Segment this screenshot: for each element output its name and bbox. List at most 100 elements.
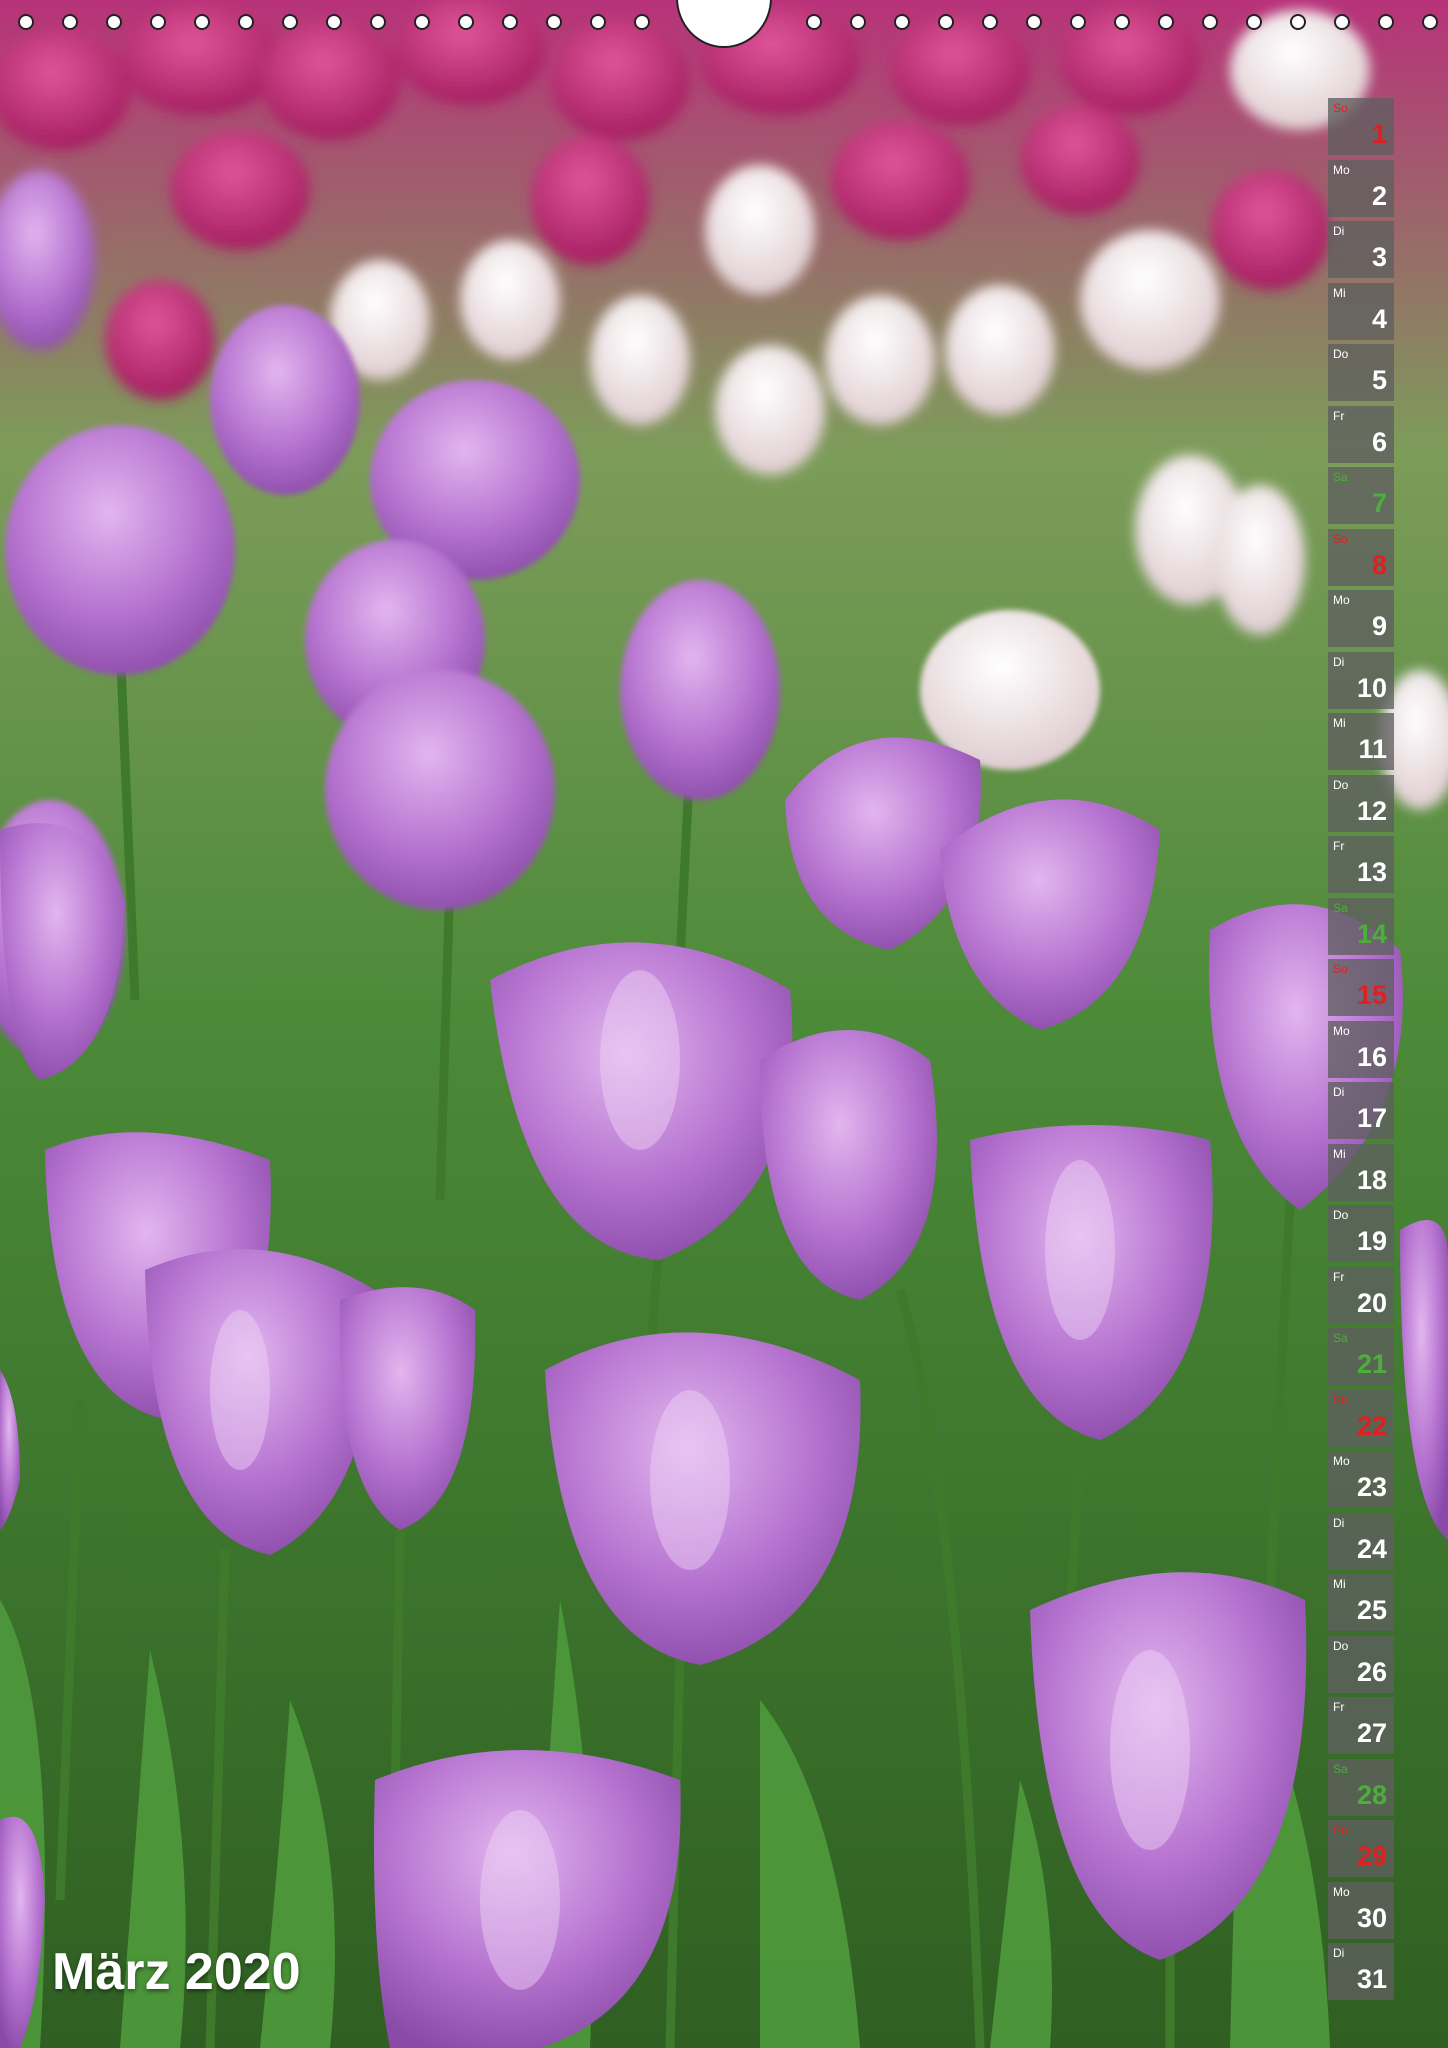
- binding-hole: [326, 14, 342, 30]
- binding-hole: [62, 14, 78, 30]
- binding-hole: [938, 14, 954, 30]
- day-cell: Mi 11: [1328, 713, 1394, 770]
- day-number: 15: [1356, 980, 1387, 1010]
- binding-hole: [1378, 14, 1394, 30]
- binding-hole: [370, 14, 386, 30]
- weekday-label: Mo: [1333, 162, 1350, 177]
- tulip-field-photo: [0, 0, 1448, 2048]
- weekday-label: Di: [1333, 1085, 1345, 1099]
- binding-hole: [1334, 14, 1350, 30]
- binding-hole: [18, 14, 34, 30]
- weekday-label: Do: [1333, 1208, 1349, 1222]
- day-cell: Fr 20: [1328, 1266, 1394, 1324]
- day-cell: So 29: [1328, 1820, 1394, 1877]
- day-number: 2: [1371, 180, 1387, 211]
- weekday-label: Mi: [1333, 1146, 1346, 1161]
- binding-hole: [1422, 14, 1438, 30]
- day-number: 22: [1356, 1410, 1387, 1441]
- weekday-label: Di: [1333, 654, 1345, 669]
- weekday-label: Mo: [1333, 1454, 1350, 1468]
- day-cell: Fr 6: [1328, 405, 1394, 463]
- binding-hole: [982, 14, 998, 30]
- binding-hole: [1114, 14, 1130, 30]
- day-cell: Mi 25: [1328, 1574, 1394, 1631]
- binding-hole: [282, 14, 298, 30]
- day-cell: Di 31: [1328, 1943, 1394, 2000]
- day-cell: Mi 4: [1328, 282, 1394, 340]
- day-cell: Do 19: [1328, 1205, 1394, 1262]
- day-cell: Sa 7: [1328, 467, 1394, 524]
- day-cell: Mo 23: [1328, 1451, 1394, 1508]
- day-cell: Di 17: [1328, 1082, 1394, 1139]
- day-number: 8: [1371, 549, 1387, 580]
- weekday-label: Sa: [1333, 1331, 1348, 1345]
- weekday-label: Mi: [1333, 1577, 1346, 1591]
- binding-hole: [1026, 14, 1042, 30]
- day-cell: Mo 9: [1328, 590, 1394, 647]
- binding-hole: [850, 14, 866, 30]
- weekday-label: Fr: [1333, 408, 1345, 423]
- weekday-label: Do: [1333, 1638, 1349, 1653]
- day-number: 25: [1356, 1595, 1387, 1625]
- day-number: 14: [1356, 918, 1387, 949]
- day-cell: Di 3: [1328, 221, 1394, 278]
- weekday-label: Di: [1333, 224, 1345, 238]
- binding-hole: [1290, 14, 1306, 30]
- day-cell: Fr 27: [1328, 1697, 1394, 1754]
- weekday-label: Do: [1333, 347, 1349, 361]
- day-cell: Do 5: [1328, 344, 1394, 401]
- binding-hole: [502, 14, 518, 30]
- day-cell: Di 10: [1328, 651, 1394, 709]
- binding-hole: [1246, 14, 1262, 30]
- binding-hole: [546, 14, 562, 30]
- weekday-label: So: [1333, 1823, 1348, 1837]
- weekday-label: Fr: [1333, 839, 1345, 853]
- binding-hole: [194, 14, 210, 30]
- day-number: 24: [1356, 1533, 1387, 1564]
- day-cell: So 15: [1328, 959, 1394, 1016]
- day-number: 4: [1371, 303, 1387, 334]
- day-cell: Mo 2: [1328, 159, 1394, 217]
- weekday-label: Di: [1333, 1515, 1345, 1530]
- day-cell: So 22: [1328, 1389, 1394, 1447]
- calendar-day-strip: So 1 Mo 2 Di 3 Mi 4 Do 5 Fr 6 Sa 7 So 8 Mo 9 Di 10 Mi 11 Do 12 F…: [1328, 98, 1394, 2005]
- day-number: 9: [1371, 611, 1387, 641]
- weekday-label: Do: [1333, 777, 1349, 792]
- month-title: März 2020: [52, 1943, 301, 2001]
- weekday-label: Mi: [1333, 716, 1346, 730]
- binding-hole: [238, 14, 254, 30]
- binding-hole: [806, 14, 822, 30]
- weekday-label: Sa: [1333, 470, 1348, 484]
- day-cell: So 8: [1328, 528, 1394, 586]
- day-number: 27: [1356, 1718, 1387, 1748]
- day-number: 20: [1356, 1287, 1387, 1318]
- day-number: 13: [1356, 857, 1387, 887]
- day-number: 12: [1356, 795, 1387, 826]
- weekday-label: So: [1333, 962, 1348, 976]
- day-number: 21: [1356, 1349, 1387, 1379]
- day-cell: Mo 30: [1328, 1881, 1394, 1939]
- binding-hole: [150, 14, 166, 30]
- weekday-label: Mo: [1333, 1884, 1350, 1899]
- day-number: 11: [1358, 734, 1387, 764]
- day-number: 7: [1371, 488, 1387, 518]
- binding-hole: [1070, 14, 1086, 30]
- day-number: 17: [1356, 1103, 1387, 1133]
- binding-hole: [1202, 14, 1218, 30]
- day-number: 18: [1356, 1164, 1387, 1195]
- day-number: 31: [1356, 1964, 1387, 1994]
- day-number: 23: [1356, 1472, 1387, 1502]
- day-cell: Do 26: [1328, 1635, 1394, 1693]
- spiral-binding: [0, 0, 1448, 48]
- day-number: 5: [1371, 365, 1387, 395]
- day-cell: Di 24: [1328, 1512, 1394, 1570]
- binding-hole: [458, 14, 474, 30]
- day-cell: Sa 28: [1328, 1758, 1394, 1816]
- day-cell: Do 12: [1328, 774, 1394, 832]
- day-cell: Sa 14: [1328, 897, 1394, 955]
- weekday-label: So: [1333, 101, 1348, 115]
- weekday-label: Mo: [1333, 1023, 1350, 1038]
- weekday-label: Mi: [1333, 285, 1346, 300]
- day-cell: Sa 21: [1328, 1328, 1394, 1385]
- binding-hole: [414, 14, 430, 30]
